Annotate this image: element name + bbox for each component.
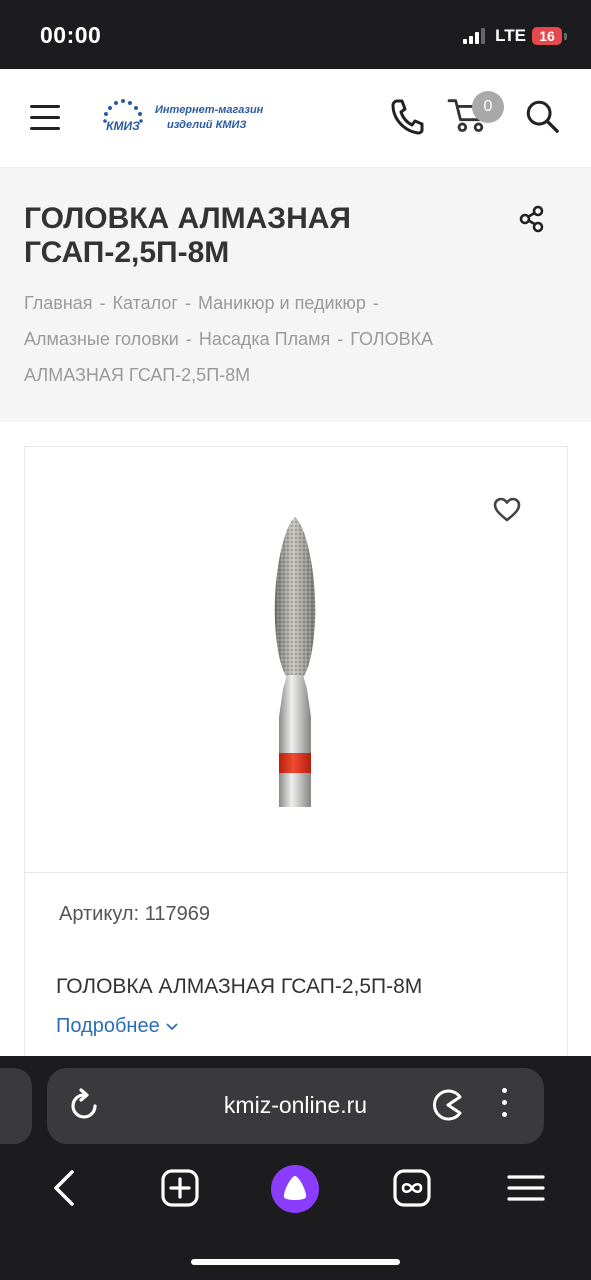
search-icon[interactable] [524,97,560,135]
breadcrumb-separator: - [185,329,192,349]
breadcrumb: Главная - Каталог - Маникюр и педикюр - Алмазн… [24,285,494,393]
signal-icon [463,28,486,44]
breadcrumb-item[interactable]: Маникюр и педикюр [198,293,366,313]
menu-icon[interactable] [504,1166,548,1210]
breadcrumb-separator: - [337,329,344,349]
logo-line-1: Интернет-магазин [155,104,264,116]
hamburger-menu-icon[interactable] [30,105,60,131]
tabs-icon[interactable] [390,1166,434,1210]
more-details-link[interactable]: Подробнее [56,1015,178,1038]
battery-icon: 16 [532,27,567,45]
breadcrumb-item[interactable]: Каталог [113,293,178,313]
logo-text: Интернет-магазин изделий КМИЗ [155,103,263,133]
more-details-label: Подробнее [56,1015,160,1037]
previous-tab-stub[interactable] [0,1068,32,1144]
chevron-down-icon [166,1022,178,1030]
breadcrumb-item[interactable]: Насадка Пламя [199,329,330,349]
breadcrumb-separator: - [372,293,379,313]
pacman-icon[interactable] [431,1088,465,1122]
url-text[interactable]: kmiz-online.ru [47,1092,544,1119]
phone-icon[interactable] [388,97,424,135]
product-name: ГОЛОВКА АЛМАЗНАЯ ГСАП-2,5П-8М [56,975,423,998]
breadcrumb-item[interactable]: Главная [24,293,93,313]
alice-icon[interactable] [270,1164,320,1214]
browser-toolbar: kmiz-online.ru [0,1056,591,1280]
status-time: 00:00 [40,22,102,48]
cart-count-badge: 0 [472,91,504,123]
product-image-area[interactable] [25,447,567,873]
product-image [274,517,316,807]
home-indicator[interactable] [191,1259,400,1265]
breadcrumb-separator: - [184,293,191,313]
breadcrumb-item[interactable]: Алмазные головки [24,329,179,349]
site-logo[interactable]: КМИЗ Интернет-магазин изделий КМИЗ [100,97,270,139]
back-icon[interactable] [44,1166,88,1210]
share-icon[interactable] [518,205,546,233]
battery-level: 16 [532,27,562,45]
svg-text:КМИЗ: КМИЗ [106,119,140,133]
network-type: LTE [495,26,526,45]
site-header: КМИЗ Интернет-магазин изделий КМИЗ [0,69,591,168]
address-bar[interactable]: kmiz-online.ru [47,1068,544,1144]
status-bar: 00:00 LTE 16 [0,0,591,69]
status-indicators: LTE 16 [463,24,567,48]
heart-icon[interactable] [493,497,521,523]
breadcrumb-separator: - [99,293,106,313]
article-label: Артикул: [59,903,140,925]
new-tab-icon[interactable] [158,1166,202,1210]
title-section: ГОЛОВКА АЛМАЗНАЯ ГСАП-2,5П-8М Главная - Ка… [0,168,591,422]
logo-mark: КМИЗ [103,99,143,133]
logo-line-2: изделий КМИЗ [167,119,247,131]
page-title: ГОЛОВКА АЛМАЗНАЯ ГСАП-2,5П-8М [24,202,351,269]
article-value: 117969 [144,903,210,925]
more-vertical-icon[interactable] [495,1088,513,1124]
product-card: Артикул: 117969 ГОЛОВКА АЛМАЗНАЯ ГСАП-2,… [24,446,568,1088]
article-number: Артикул: 117969 [59,903,210,926]
